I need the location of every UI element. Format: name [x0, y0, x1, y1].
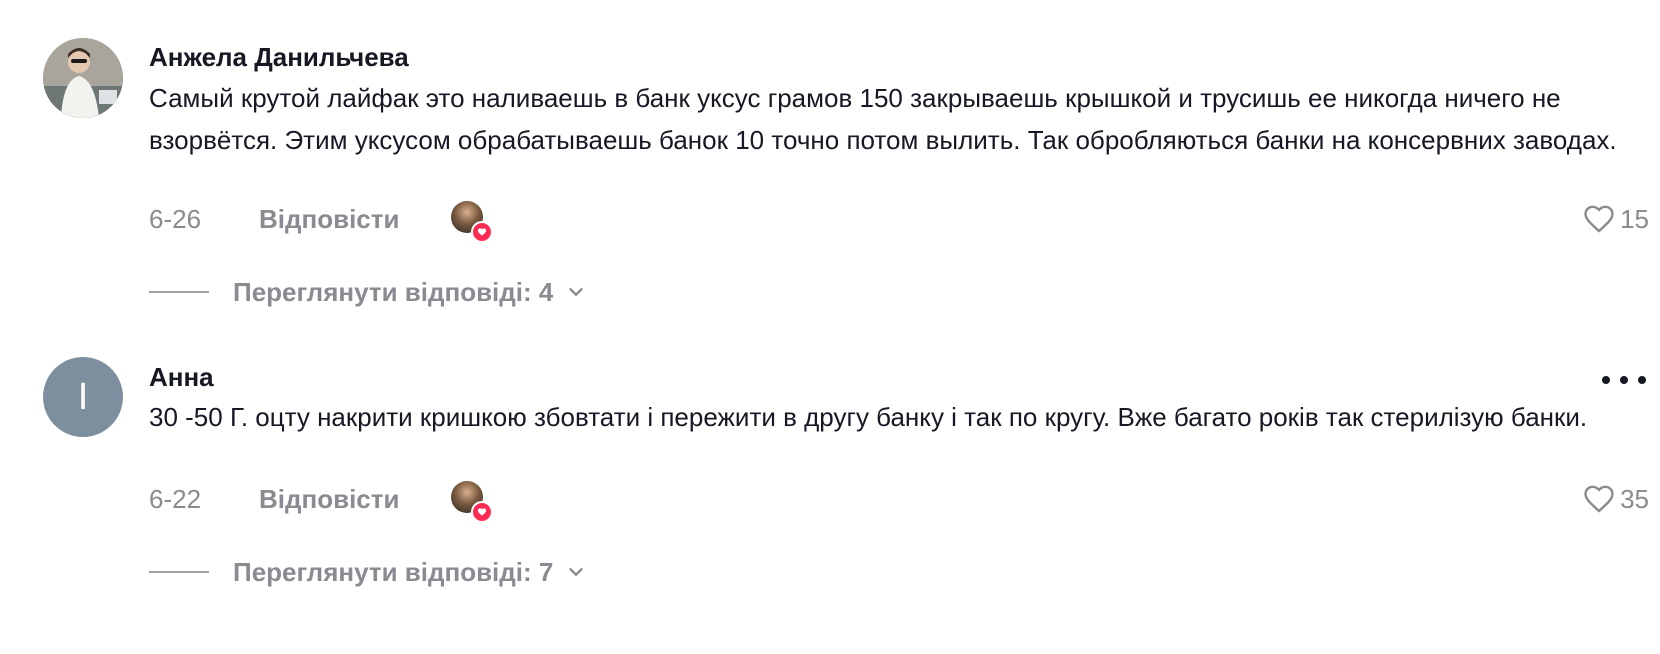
creator-liked-badge	[451, 481, 493, 523]
like-button[interactable]: 15	[1582, 199, 1649, 239]
avatar-letter: I	[77, 375, 89, 418]
view-replies-button[interactable]: Переглянути відповіді: 4	[149, 272, 587, 312]
more-options-button[interactable]	[1602, 370, 1646, 390]
comment-meta: 6-26 Відповісти 15	[149, 199, 1649, 243]
like-button[interactable]: 35	[1582, 479, 1649, 519]
divider-line	[149, 571, 209, 573]
comment-meta: 6-22 Відповісти 35	[149, 479, 1649, 523]
like-count: 15	[1620, 204, 1649, 234]
view-replies-label: Переглянути відповіді: 7	[233, 556, 554, 587]
comment-date: 6-22	[149, 484, 202, 514]
creator-liked-badge	[451, 201, 493, 243]
more-dots-icon	[1602, 376, 1610, 384]
comment-text: Самый крутой лайфак это наливаешь в банк…	[149, 83, 1617, 155]
heart-outline-icon	[1584, 485, 1614, 513]
chevron-down-icon	[565, 561, 587, 583]
reply-button[interactable]: Відповісти	[259, 199, 399, 239]
comment-username[interactable]: Анжела Данильчева	[149, 42, 409, 73]
avatar-photo-icon	[43, 38, 123, 118]
chevron-down-icon	[565, 281, 587, 303]
creator-heart-badge-icon	[471, 501, 493, 523]
comment-username[interactable]: Анна	[149, 362, 214, 393]
heart-outline-icon	[1584, 205, 1614, 233]
reply-button[interactable]: Відповісти	[259, 479, 399, 519]
comment-text: 30 -50 Г. оцту накрити кришкою збовтати …	[149, 402, 1588, 432]
divider-line	[149, 291, 209, 293]
avatar[interactable]	[43, 38, 123, 118]
more-dots-icon	[1620, 376, 1628, 384]
view-replies-label: Переглянути відповіді: 4	[233, 276, 554, 307]
creator-heart-badge-icon	[471, 221, 493, 243]
more-dots-icon	[1638, 376, 1646, 384]
view-replies-button[interactable]: Переглянути відповіді: 7	[149, 552, 587, 592]
avatar[interactable]: I	[43, 357, 123, 437]
like-count: 35	[1620, 484, 1649, 514]
comment-date: 6-26	[149, 204, 202, 234]
